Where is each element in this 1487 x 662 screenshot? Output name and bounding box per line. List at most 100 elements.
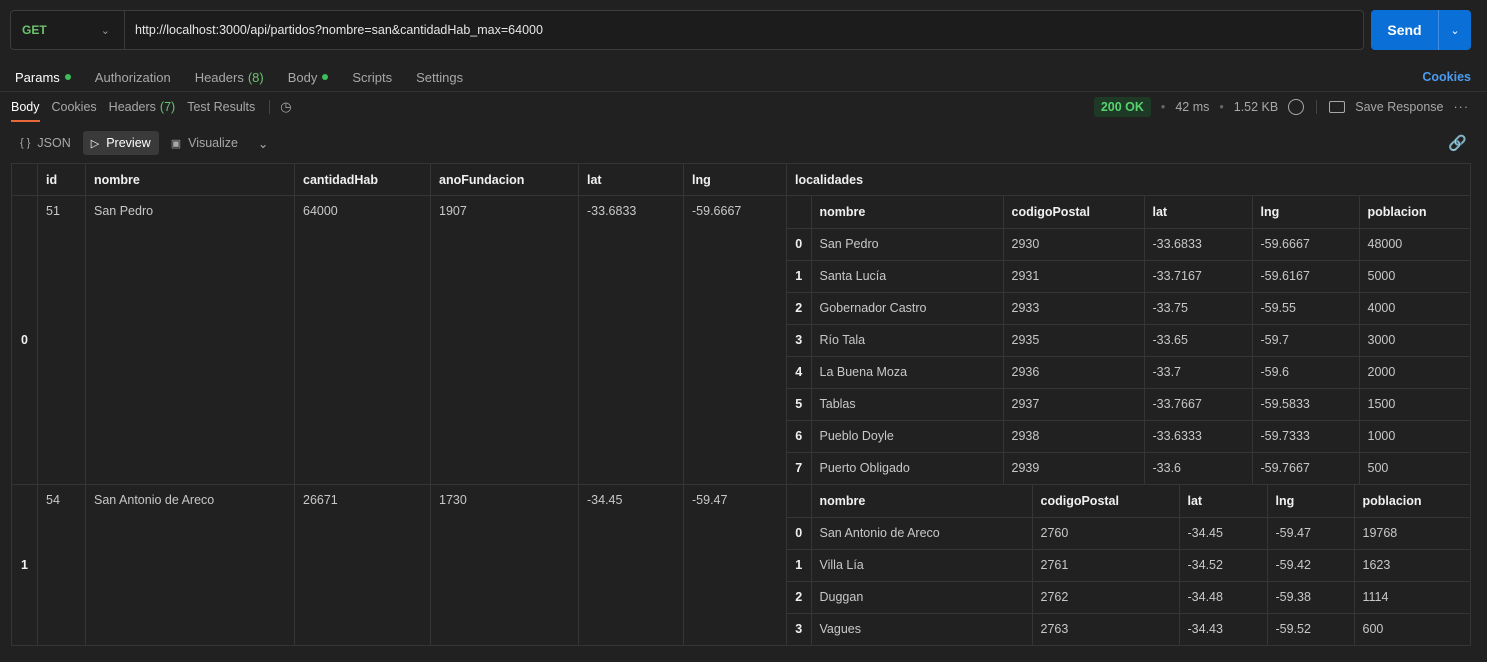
method-select[interactable]: GET ⌄ bbox=[11, 11, 125, 49]
tab-label: Params bbox=[15, 69, 60, 85]
index-header bbox=[11, 163, 38, 196]
response-status: 200 OK • 42 ms • 1.52 KB Save Response ·… bbox=[1093, 97, 1470, 117]
status-badge[interactable]: 200 OK bbox=[1093, 97, 1151, 117]
play-icon: ▷ bbox=[90, 137, 100, 150]
bullet-separator: • bbox=[1160, 100, 1166, 114]
cell-poblacion: 1114 bbox=[1353, 580, 1470, 614]
view-options-dropdown[interactable]: ⌄ bbox=[250, 131, 276, 155]
cell-nombre: Gobernador Castro bbox=[810, 291, 1004, 325]
chevron-down-icon: ⌄ bbox=[257, 136, 269, 151]
inner-column-header: lng bbox=[1251, 196, 1360, 229]
cell-lng: -59.42 bbox=[1266, 548, 1355, 582]
cell-lng: -59.47 bbox=[1266, 516, 1355, 550]
cell-lat: -34.43 bbox=[1178, 612, 1268, 645]
more-options-icon[interactable]: ··· bbox=[1454, 100, 1470, 114]
cell-cantidadHab: 64000 bbox=[294, 195, 431, 485]
inner-row-index: 2 bbox=[787, 291, 812, 325]
cell-lng: -59.52 bbox=[1266, 612, 1355, 645]
cell-lng: -59.38 bbox=[1266, 580, 1355, 614]
bullet-separator: • bbox=[1219, 100, 1224, 114]
tab-headers[interactable]: Headers (8) bbox=[195, 70, 264, 85]
cell-codigoPostal: 2937 bbox=[1002, 387, 1145, 421]
inner-row: 2 Duggan 2762 -34.48 -59.38 1114 bbox=[787, 580, 1470, 614]
cell-cantidadHab: 26671 bbox=[294, 484, 431, 646]
inner-row: 1 Villa Lía 2761 -34.52 -59.42 1623 bbox=[787, 548, 1470, 582]
send-button[interactable]: Send bbox=[1371, 10, 1438, 50]
history-icon[interactable]: ◷ bbox=[280, 99, 291, 115]
tab-response-headers[interactable]: Headers (7) bbox=[109, 100, 176, 114]
inner-row: 7 Puerto Obligado 2939 -33.6 -59.7667 500 bbox=[787, 451, 1470, 484]
inner-row-index: 1 bbox=[787, 259, 812, 293]
inner-row: 1 Santa Lucía 2931 -33.7167 -59.6167 5000 bbox=[787, 259, 1470, 293]
cell-codigoPostal: 2935 bbox=[1002, 323, 1145, 357]
cell-lat: -33.7 bbox=[1143, 355, 1253, 389]
cell-localidades: nombre codigoPostal lat lng poblacion 0S… bbox=[786, 484, 1471, 646]
inner-row: 3 Vagues 2763 -34.43 -59.52 600 bbox=[787, 612, 1470, 645]
inner-row: 2 Gobernador Castro 2933 -33.75 -59.55 4000 bbox=[787, 291, 1470, 325]
divider bbox=[269, 100, 271, 114]
tab-test-results[interactable]: Test Results bbox=[187, 100, 255, 114]
tab-params[interactable]: Params bbox=[15, 70, 71, 85]
tab-body[interactable]: Body bbox=[288, 70, 329, 85]
cookies-link[interactable]: Cookies bbox=[1422, 70, 1471, 84]
url-input[interactable]: http://localhost:3000/api/partidos?nombr… bbox=[125, 23, 543, 37]
request-url-bar: GET ⌄ http://localhost:3000/api/partidos… bbox=[10, 10, 1364, 50]
tab-authorization[interactable]: Authorization bbox=[95, 70, 171, 85]
response-time[interactable]: 42 ms bbox=[1175, 100, 1209, 114]
cell-codigoPostal: 2933 bbox=[1002, 291, 1145, 325]
inner-column-header: codigoPostal bbox=[1002, 196, 1145, 229]
inner-row-index: 5 bbox=[787, 387, 812, 421]
cell-poblacion: 1500 bbox=[1358, 387, 1470, 421]
chevron-down-icon: ⌄ bbox=[100, 24, 110, 37]
active-dot-icon bbox=[322, 74, 329, 80]
view-json-button[interactable]: { } JSON bbox=[12, 131, 79, 155]
tab-label: Headers bbox=[194, 69, 244, 85]
inner-row-index: 0 bbox=[787, 516, 812, 550]
view-mode-bar: { } JSON ▷ Preview ▣ Visualize ⌄ bbox=[12, 131, 280, 155]
send-options-button[interactable]: ⌄ bbox=[1438, 10, 1471, 50]
cell-lat: -33.7667 bbox=[1143, 387, 1253, 421]
localidades-table: nombre codigoPostal lat lng poblacion 0S… bbox=[787, 196, 1470, 484]
cell-nombre: Santa Lucía bbox=[810, 259, 1004, 293]
active-dot-icon bbox=[64, 74, 71, 80]
tab-response-cookies[interactable]: Cookies bbox=[52, 100, 97, 114]
view-visualize-label: Visualize bbox=[188, 136, 238, 150]
link-icon[interactable]: 🔗 bbox=[1448, 134, 1467, 152]
column-header: nombre bbox=[85, 163, 295, 196]
tab-count: (7) bbox=[159, 100, 176, 114]
cell-anoFundacion: 1907 bbox=[430, 195, 579, 485]
save-response-button[interactable]: Save Response bbox=[1355, 100, 1443, 114]
tab-label: Test Results bbox=[187, 100, 256, 114]
tab-label: Settings bbox=[416, 69, 464, 85]
tab-scripts[interactable]: Scripts bbox=[352, 70, 392, 85]
cell-codigoPostal: 2760 bbox=[1031, 516, 1180, 550]
response-size[interactable]: 1.52 KB bbox=[1234, 100, 1278, 114]
divider bbox=[1316, 100, 1318, 114]
cell-lng: -59.5833 bbox=[1251, 387, 1360, 421]
table-row: 0 51 San Pedro 64000 1907 -33.6833 -59.6… bbox=[11, 195, 1471, 485]
inner-header-row: nombre codigoPostal lat lng poblacion bbox=[787, 485, 1470, 518]
globe-icon[interactable] bbox=[1288, 99, 1305, 115]
view-visualize-button[interactable]: ▣ Visualize bbox=[163, 131, 246, 155]
cell-lng: -59.7333 bbox=[1251, 419, 1360, 453]
tab-settings[interactable]: Settings bbox=[416, 70, 463, 85]
view-preview-button[interactable]: ▷ Preview bbox=[82, 131, 159, 155]
cell-poblacion: 1000 bbox=[1358, 419, 1470, 453]
cell-poblacion: 48000 bbox=[1358, 227, 1470, 261]
tab-label: Headers bbox=[108, 100, 156, 114]
localidades-table: nombre codigoPostal lat lng poblacion 0S… bbox=[787, 485, 1470, 645]
inner-row: 0 San Pedro 2930 -33.6833 -59.6667 48000 bbox=[787, 227, 1470, 261]
tab-count: (8) bbox=[247, 69, 264, 85]
cell-poblacion: 3000 bbox=[1358, 323, 1470, 357]
inner-row: 6 Pueblo Doyle 2938 -33.6333 -59.7333 1000 bbox=[787, 419, 1470, 453]
tab-label: Scripts bbox=[352, 69, 393, 85]
cell-codigoPostal: 2762 bbox=[1031, 580, 1180, 614]
column-header: lng bbox=[683, 163, 787, 196]
cell-nombre: Pueblo Doyle bbox=[810, 419, 1004, 453]
tab-response-body[interactable]: Body bbox=[11, 100, 40, 122]
image-icon: ▣ bbox=[170, 137, 182, 150]
inner-row-index: 3 bbox=[787, 612, 812, 645]
cell-codigoPostal: 2761 bbox=[1031, 548, 1180, 582]
cell-poblacion: 5000 bbox=[1358, 259, 1470, 293]
cell-lng: -59.7667 bbox=[1251, 451, 1360, 484]
